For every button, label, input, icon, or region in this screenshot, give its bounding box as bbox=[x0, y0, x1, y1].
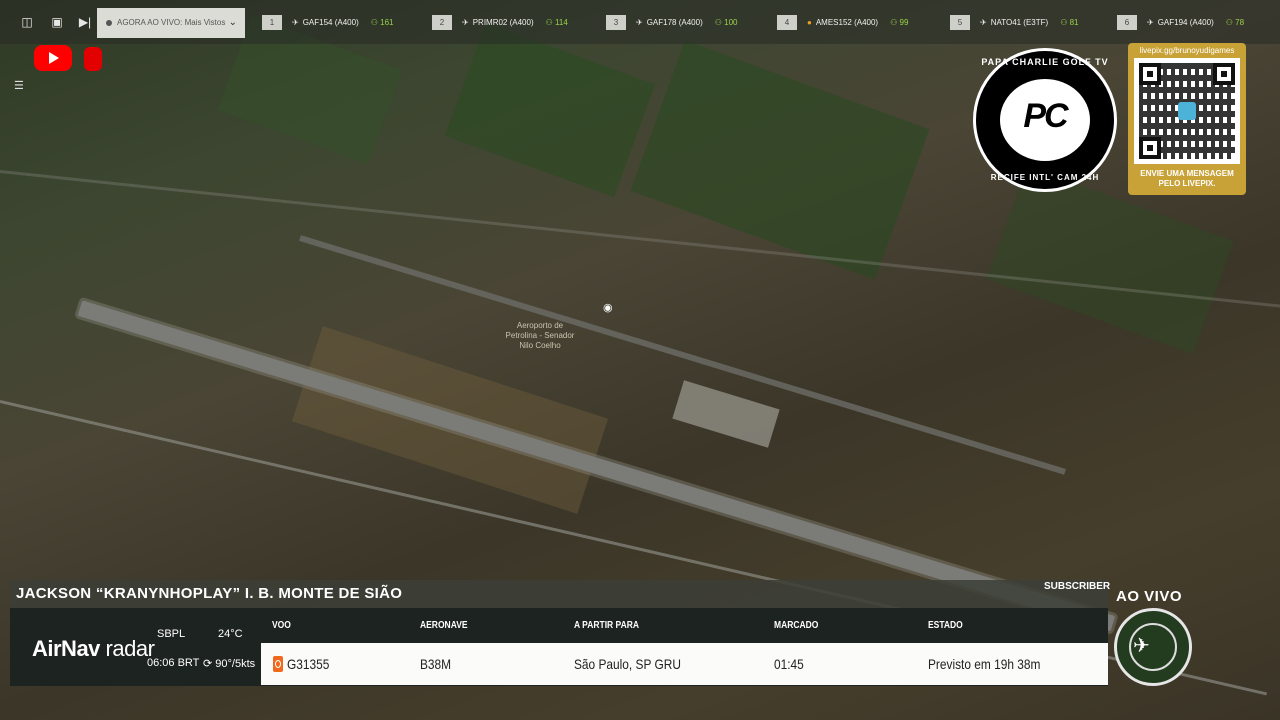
livepix-logo-icon bbox=[1178, 102, 1196, 120]
scheduled-time: 01:45 bbox=[774, 656, 804, 672]
livepix-url[interactable]: livepix.gg/brunoyudigames bbox=[1128, 46, 1246, 55]
viewer-count: ⚇ 161 bbox=[371, 18, 394, 27]
qr-code-icon bbox=[1134, 58, 1240, 164]
flight-callsign: GAF154 (A400) bbox=[302, 18, 359, 27]
livepix-message: ENVIE UMA MENSAGEM PELO LIVEPIX. bbox=[1128, 169, 1246, 189]
live-dot-icon bbox=[106, 20, 112, 26]
airnav-brand-bold: AirNav bbox=[32, 636, 100, 661]
flight-number: G31355 bbox=[287, 656, 330, 672]
plane-icon: ✈ bbox=[292, 18, 299, 27]
header-aircraft: AERONAVE bbox=[420, 620, 468, 631]
chevron-down-icon: ⌄ bbox=[228, 17, 237, 28]
viewer-count: ⚇ 81 bbox=[1060, 18, 1078, 27]
qr-finder bbox=[1213, 63, 1235, 85]
viewer-count-value: 114 bbox=[555, 18, 568, 27]
status-dot-icon: ● bbox=[807, 18, 812, 27]
viewer-count-value: 81 bbox=[1069, 18, 1079, 27]
viewer-count: ⚇ 100 bbox=[715, 18, 738, 27]
viewer-count-value: 78 bbox=[1235, 18, 1245, 27]
header-destination: A PARTIR PARA bbox=[574, 620, 640, 631]
qr-finder bbox=[1139, 63, 1161, 85]
logo-badge: PC bbox=[1000, 79, 1090, 161]
viewer-count: ⚇ 99 bbox=[890, 18, 908, 27]
top-bar: ◫ ▣ ▶| AGORA AO VIVO: Mais Vistos ⌄ 1 ✈ GA… bbox=[0, 0, 1280, 44]
flight-item[interactable]: 5 ✈ NATO41 (E3TF) ⚇ 81 bbox=[950, 15, 1079, 31]
subscriber-name-bar: JACKSON “KRANYNHOPLAY” I. B. MONTE DE SI… bbox=[10, 580, 1108, 608]
wind: ⟳ 90°/5kts bbox=[203, 657, 255, 670]
wind-value: 90°/5kts bbox=[215, 658, 256, 670]
flight-callsign: NATO41 (E3TF) bbox=[990, 18, 1049, 27]
record-icon[interactable] bbox=[84, 47, 102, 71]
live-label: AO VIVO bbox=[1116, 588, 1183, 605]
subscriber-name: JACKSON “KRANYNHOPLAY” I. B. MONTE DE SI… bbox=[16, 585, 403, 602]
plane-icon: ✈ bbox=[1147, 18, 1154, 27]
subscriber-tag: SUBSCRIBER bbox=[1044, 581, 1111, 592]
plane-icon: ✈ bbox=[980, 18, 987, 27]
header-flight: VOO bbox=[272, 620, 291, 631]
flight-callsign: AMES152 (A400) bbox=[815, 18, 879, 27]
viewers-icon: ⚇ bbox=[545, 18, 556, 27]
qr-finder bbox=[1139, 137, 1161, 159]
list-icon[interactable]: ☰ bbox=[14, 80, 28, 92]
sidebar-toggle-icon[interactable]: ◫ bbox=[20, 16, 34, 28]
wind-icon: ⟳ bbox=[203, 658, 213, 670]
flight-item[interactable]: 6 ✈ GAF194 (A400) ⚇ 78 bbox=[1117, 15, 1244, 31]
aircraft-type: B38M bbox=[420, 656, 452, 672]
flight-rank: 6 bbox=[1117, 15, 1137, 31]
flight-rank: 5 bbox=[950, 15, 970, 31]
flight-rank: 4 bbox=[777, 15, 797, 31]
flight-callsign: GAF178 (A400) bbox=[646, 18, 703, 27]
flight-status: Previsto em 19h 38m bbox=[928, 656, 1041, 672]
plane-icon: ✈ bbox=[462, 18, 469, 27]
flight-rank: 1 bbox=[262, 15, 282, 31]
flight-rank: 2 bbox=[432, 15, 452, 31]
gol-airline-icon bbox=[273, 656, 283, 672]
flight-item[interactable]: 1 ✈ GAF154 (A400) ⚇ 161 bbox=[262, 15, 394, 31]
viewers-icon: ⚇ bbox=[370, 18, 381, 27]
viewers-icon: ⚇ bbox=[1225, 18, 1236, 27]
airplane-icon: ✈ bbox=[1133, 635, 1150, 657]
viewer-count: ⚇ 114 bbox=[546, 18, 568, 27]
livepix-panel[interactable]: livepix.gg/brunoyudigames ENVIE UMA MENS… bbox=[1128, 43, 1246, 195]
live-view-select[interactable]: AGORA AO VIVO: Mais Vistos ⌄ bbox=[97, 8, 245, 38]
apron bbox=[672, 380, 780, 448]
airport-code: SBPL bbox=[157, 628, 186, 640]
destination: São Paulo, SP GRU bbox=[574, 656, 681, 672]
live-select-label: AGORA AO VIVO: Mais Vistos bbox=[117, 18, 226, 27]
viewers-icon: ⚇ bbox=[714, 18, 725, 27]
channel-logo: PAPA CHARLIE GOLF TV PC RECIFE INTL' CAM… bbox=[973, 48, 1117, 192]
farm-field bbox=[444, 22, 656, 198]
flight-callsign: PRIMR02 (A400) bbox=[472, 18, 534, 27]
header-status: ESTADO bbox=[928, 620, 963, 631]
channel-badge: ✈ bbox=[1114, 608, 1192, 686]
logo-top-text: PAPA CHARLIE GOLF TV bbox=[981, 57, 1109, 67]
next-icon[interactable]: ▶| bbox=[78, 16, 92, 28]
flight-callsign: GAF194 (A400) bbox=[1157, 18, 1214, 27]
livepix-message-line1: ENVIE UMA MENSAGEM bbox=[1140, 169, 1234, 178]
airport-map-label: Aeroporto de Petrolina - Senador Nilo Co… bbox=[505, 321, 575, 350]
plane-icon: ✈ bbox=[636, 18, 643, 27]
local-time: 06:06 BRT bbox=[147, 657, 200, 669]
flight-item[interactable]: 3 ✈ GAF178 (A400) ⚇ 100 bbox=[606, 15, 738, 31]
viewer-count: ⚇ 78 bbox=[1226, 18, 1244, 27]
flight-rank: 3 bbox=[606, 15, 626, 31]
flight-item[interactable]: 4 ● AMES152 (A400) ⚇ 99 bbox=[777, 15, 908, 31]
youtube-icon[interactable] bbox=[34, 45, 72, 71]
viewer-count-value: 161 bbox=[380, 18, 394, 27]
logo-mark: PC bbox=[1023, 97, 1068, 135]
temperature: 24°C bbox=[218, 628, 243, 640]
flight-item[interactable]: 2 ✈ PRIMR02 (A400) ⚇ 114 bbox=[432, 15, 568, 31]
fullscreen-icon[interactable]: ▣ bbox=[50, 16, 64, 28]
location-pin-icon[interactable]: ◉ bbox=[603, 302, 613, 314]
logo-bottom-text: RECIFE INTL' CAM 24H bbox=[990, 173, 1100, 182]
viewers-icon: ⚇ bbox=[890, 18, 900, 27]
viewer-count-value: 99 bbox=[899, 18, 909, 27]
header-scheduled: MARCADO bbox=[774, 620, 819, 631]
livepix-message-line2: PELO LIVEPIX. bbox=[1158, 179, 1216, 188]
viewer-count-value: 100 bbox=[724, 18, 738, 27]
viewers-icon: ⚇ bbox=[1060, 18, 1070, 27]
airnav-brand: AirNav radar bbox=[32, 636, 155, 662]
